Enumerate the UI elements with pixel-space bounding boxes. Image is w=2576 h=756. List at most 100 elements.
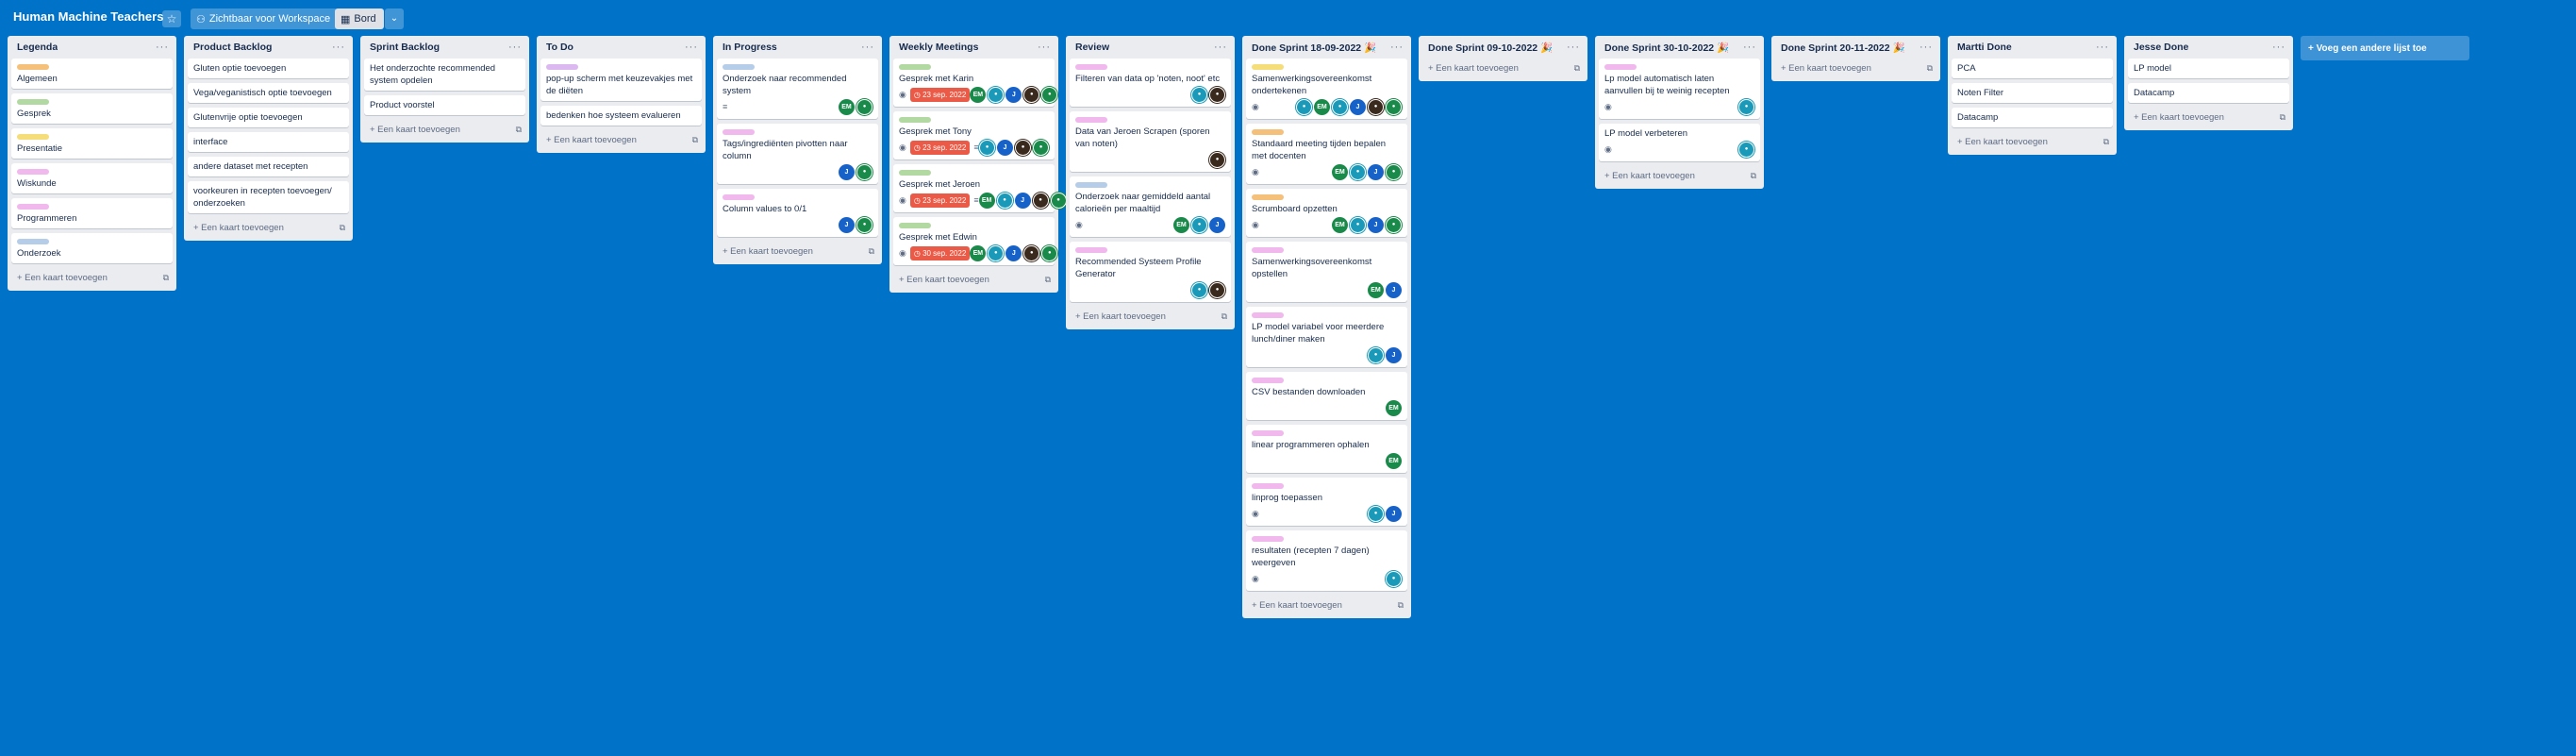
card-label[interactable] (1075, 247, 1107, 253)
more-icon[interactable]: ··· (1743, 42, 1756, 53)
template-icon[interactable]: ⧉ (1927, 63, 1933, 74)
avatar[interactable]: ● (1032, 193, 1049, 209)
list-title[interactable]: Legenda (17, 42, 58, 53)
avatar[interactable]: ● (1209, 282, 1225, 298)
more-icon[interactable]: ··· (1038, 42, 1051, 53)
avatar[interactable]: J (997, 140, 1013, 156)
card[interactable]: Algemeen (11, 59, 173, 89)
due-date-badge[interactable]: ◷ 23 sep. 2022 (909, 193, 971, 208)
card-label[interactable] (1252, 536, 1284, 542)
add-card-button[interactable]: + Een kaart toevoegen (370, 125, 460, 135)
card[interactable]: Vega/veganistisch optie toevoegen (188, 83, 349, 103)
more-icon[interactable]: ··· (2272, 42, 2285, 53)
card-label[interactable] (1252, 312, 1284, 318)
list-title[interactable]: Done Sprint 09-10-2022 🎉 (1428, 42, 1553, 54)
card[interactable]: Noten Filter (1952, 83, 2113, 103)
avatar[interactable]: ● (1023, 245, 1040, 261)
add-card-button[interactable]: + Een kaart toevoegen (1252, 600, 1342, 611)
list-title[interactable]: Done Sprint 18-09-2022 🎉 (1252, 42, 1376, 54)
card[interactable]: Onderzoek naar recommended system ≡ EM ● (717, 59, 878, 119)
card[interactable]: Gesprek (11, 93, 173, 124)
avatar[interactable]: EM (1368, 282, 1384, 298)
template-icon[interactable]: ⧉ (340, 223, 345, 233)
card[interactable]: Tags/ingrediënten pivotten naar column J ● (717, 124, 878, 184)
list-title[interactable]: Review (1075, 42, 1109, 53)
add-card-button[interactable]: + Een kaart toevoegen (546, 135, 637, 145)
template-icon[interactable]: ⧉ (516, 125, 522, 135)
card[interactable]: LP model variabel voor meerdere lunch/di… (1246, 307, 1407, 367)
card[interactable]: Het onderzochte recommended system opdel… (364, 59, 525, 91)
avatar[interactable]: ● (988, 87, 1005, 103)
card-label[interactable] (1252, 483, 1284, 489)
avatar[interactable]: EM (1386, 453, 1402, 469)
card[interactable]: PCA (1952, 59, 2113, 78)
card[interactable]: LP model (2128, 59, 2289, 78)
avatar[interactable]: ● (1332, 99, 1348, 115)
avatar[interactable]: J (1350, 99, 1366, 115)
card-label[interactable] (1075, 117, 1107, 123)
avatar[interactable]: ● (979, 140, 995, 156)
avatar[interactable]: ● (1386, 99, 1402, 115)
avatar[interactable]: J (1005, 245, 1022, 261)
card-label[interactable] (723, 194, 755, 200)
add-card-button[interactable]: + Een kaart toevoegen (1957, 137, 2048, 147)
card[interactable]: pop-up scherm met keuzevakjes met de dië… (540, 59, 702, 101)
list-title[interactable]: To Do (546, 42, 573, 53)
more-icon[interactable]: ··· (1214, 42, 1227, 53)
card[interactable]: Recommended Systeem Profile Generator ● ● (1070, 242, 1231, 302)
avatar[interactable]: ● (1015, 140, 1031, 156)
card[interactable]: CSV bestanden downloaden EM (1246, 372, 1407, 420)
more-icon[interactable]: ··· (685, 42, 698, 53)
list-title[interactable]: Product Backlog (193, 42, 272, 53)
card[interactable]: Gesprek met Jeroen ◉ ◷ 23 sep. 2022 ≡ EM ● J ● ● (893, 164, 1067, 212)
avatar[interactable]: EM (1314, 99, 1330, 115)
card-label[interactable] (1075, 182, 1107, 188)
card-label[interactable] (1604, 64, 1637, 70)
avatar[interactable]: J (1386, 506, 1402, 522)
add-card-button[interactable]: + Een kaart toevoegen (1428, 63, 1519, 74)
card-label[interactable] (1252, 129, 1284, 135)
card-label[interactable] (17, 169, 49, 175)
list-title[interactable]: Weekly Meetings (899, 42, 978, 53)
list-title[interactable]: Jesse Done (2134, 42, 2188, 53)
template-icon[interactable]: ⧉ (2280, 112, 2285, 123)
avatar[interactable]: J (1005, 87, 1022, 103)
board-view-button[interactable]: ▦ Bord (335, 8, 384, 29)
card-label[interactable] (723, 64, 755, 70)
card[interactable]: interface (188, 132, 349, 152)
more-icon[interactable]: ··· (861, 42, 874, 53)
avatar[interactable]: ● (1209, 87, 1225, 103)
card-label[interactable] (1075, 64, 1107, 70)
avatar[interactable]: EM (970, 87, 987, 103)
template-icon[interactable]: ⧉ (2103, 137, 2109, 147)
card-label[interactable] (1252, 247, 1284, 253)
add-card-button[interactable]: + Een kaart toevoegen (1075, 311, 1166, 322)
avatar[interactable]: ● (1368, 347, 1384, 363)
list-title[interactable]: In Progress (723, 42, 777, 53)
template-icon[interactable]: ⧉ (692, 135, 698, 145)
avatar[interactable]: EM (978, 193, 995, 209)
card-label[interactable] (17, 99, 49, 105)
card[interactable]: Presentatie (11, 128, 173, 159)
list-title[interactable]: Martti Done (1957, 42, 2012, 53)
card[interactable]: bedenken hoe systeem evalueren (540, 106, 702, 126)
more-icon[interactable]: ··· (332, 42, 345, 53)
card[interactable]: Filteren van data op 'noten, noot' etc ● ● (1070, 59, 1231, 107)
card-label[interactable] (17, 204, 49, 210)
add-list-button[interactable]: + Voeg een andere lijst toe (2301, 36, 2469, 60)
avatar[interactable]: J (1014, 193, 1031, 209)
avatar[interactable]: ● (1368, 506, 1384, 522)
avatar[interactable]: EM (970, 245, 987, 261)
more-icon[interactable]: ··· (1390, 42, 1404, 53)
avatar[interactable]: ● (1209, 152, 1225, 168)
card-label[interactable] (1252, 64, 1284, 70)
template-icon[interactable]: ⧉ (1398, 600, 1404, 611)
card-label[interactable] (899, 117, 931, 123)
add-card-button[interactable]: + Een kaart toevoegen (1604, 171, 1695, 181)
board-title[interactable]: Human Machine Teachers (13, 9, 163, 24)
card[interactable]: linear programmeren ophalen EM (1246, 425, 1407, 473)
add-card-button[interactable]: + Een kaart toevoegen (2134, 112, 2224, 123)
card[interactable]: resultaten (recepten 7 dagen) weergeven ◉… (1246, 530, 1407, 591)
chevron-down-icon[interactable]: ⌄ (385, 8, 404, 29)
card[interactable]: Onderzoek naar gemiddeld aantal calorieë… (1070, 176, 1231, 237)
